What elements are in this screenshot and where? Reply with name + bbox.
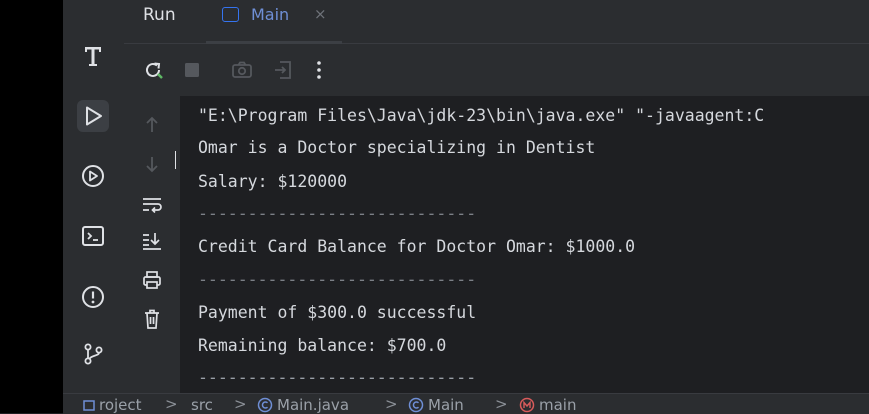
method-icon <box>519 397 535 413</box>
console-separator: ---------------------------- <box>198 270 477 289</box>
down-arrow-icon[interactable] <box>140 153 164 175</box>
breadcrumb-project[interactable]: roject <box>83 396 142 414</box>
breadcrumb-file[interactable]: Main.java <box>257 396 349 414</box>
java-class-icon <box>257 397 273 413</box>
debug-icon[interactable] <box>77 160 109 192</box>
up-arrow-icon[interactable] <box>140 114 164 136</box>
run-header: Run Main × <box>124 0 869 44</box>
text-tool-icon[interactable] <box>77 40 109 72</box>
run-title: Run <box>143 5 176 25</box>
screen-edge <box>0 0 63 413</box>
console-line: "E:\Program Files\Java\jdk-23\bin\java.e… <box>198 106 765 125</box>
terminal-icon[interactable] <box>77 220 109 252</box>
rerun-icon[interactable] <box>141 58 165 82</box>
run-tool-window: Run Main × "E:\Program Files\Java\jdk-23… <box>124 0 869 393</box>
tab-close-icon[interactable]: × <box>314 5 327 23</box>
soft-wrap-icon[interactable] <box>140 193 164 215</box>
console-line: Salary: $120000 <box>198 172 348 191</box>
run-icon[interactable] <box>77 100 109 132</box>
breadcrumb: roject > src > Main.java > Main > main <box>63 393 869 414</box>
console-line: Credit Card Balance for Doctor Omar: $10… <box>198 237 636 256</box>
project-folder-icon <box>83 400 95 411</box>
breadcrumb-separator: > <box>234 395 247 413</box>
breadcrumb-class[interactable]: Main <box>408 396 464 414</box>
console-output[interactable]: "E:\Program Files\Java\jdk-23\bin\java.e… <box>180 96 869 393</box>
tool-window-strip <box>63 0 124 393</box>
breadcrumb-src[interactable]: src <box>191 396 213 414</box>
breadcrumb-separator: > <box>495 395 508 413</box>
console-line: Omar is a Doctor specializing in Dentist <box>198 138 596 157</box>
print-icon[interactable] <box>140 269 164 291</box>
tab-main-label: Main <box>251 5 290 24</box>
console-separator: ---------------------------- <box>198 204 477 223</box>
tab-main[interactable]: Main × <box>206 0 342 44</box>
console-gutter <box>124 96 180 393</box>
console-line: Payment of $300.0 successful <box>198 303 477 322</box>
console-tab-icon <box>222 7 239 22</box>
more-icon[interactable] <box>307 58 331 82</box>
camera-icon[interactable] <box>230 58 254 82</box>
git-icon[interactable] <box>77 338 109 370</box>
exit-icon[interactable] <box>271 58 295 82</box>
breadcrumb-separator: > <box>165 395 178 413</box>
console-line: Remaining balance: $700.0 <box>198 336 447 355</box>
breadcrumb-method[interactable]: main <box>519 396 576 414</box>
console-separator: ---------------------------- <box>198 368 477 387</box>
run-toolbar <box>124 44 869 96</box>
problems-icon[interactable] <box>77 281 109 313</box>
scroll-to-end-icon[interactable] <box>140 230 164 252</box>
stop-icon[interactable] <box>180 58 204 82</box>
text-cursor <box>175 151 176 169</box>
trash-icon[interactable] <box>140 308 164 330</box>
breadcrumb-separator: > <box>385 395 398 413</box>
class-icon <box>408 397 424 413</box>
